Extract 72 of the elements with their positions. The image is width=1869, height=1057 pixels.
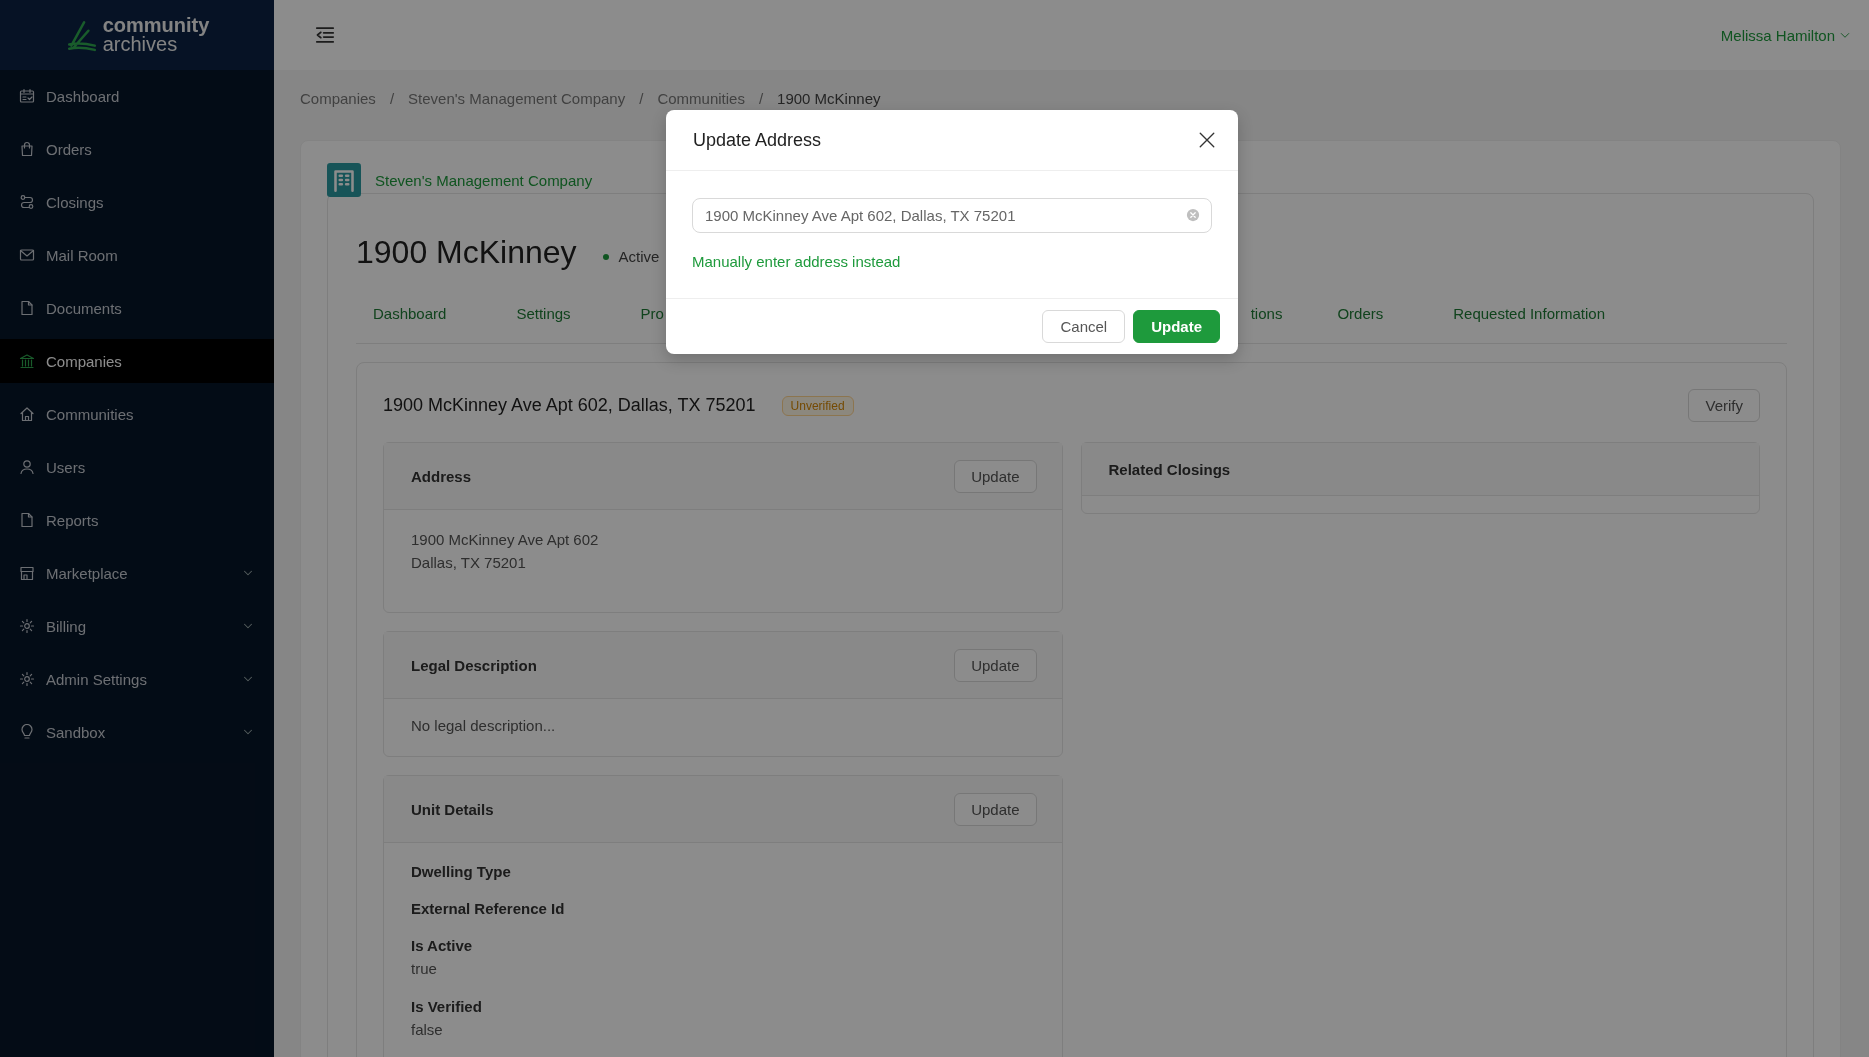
sidebar-item[interactable]: Reports xyxy=(0,498,274,542)
sidebar-item[interactable]: Sandbox xyxy=(0,710,274,754)
building-icon xyxy=(327,163,361,197)
sidebar-item[interactable]: Mail Room xyxy=(0,233,274,277)
modal-title: Update Address xyxy=(693,129,822,151)
tab[interactable]: Orders xyxy=(1337,305,1384,336)
sidebar-item[interactable]: Billing xyxy=(0,604,274,648)
tab[interactable]: Requested Information xyxy=(1453,305,1605,336)
document-icon xyxy=(19,512,35,528)
panel-title: Unit Details xyxy=(411,800,494,818)
field-label: Is Active xyxy=(411,936,474,956)
breadcrumb-link[interactable]: Companies xyxy=(300,90,376,108)
cancel-button[interactable]: Cancel xyxy=(1042,310,1126,343)
shop-icon xyxy=(19,565,35,581)
bank-icon xyxy=(19,353,35,369)
field-label: External Reference Id xyxy=(411,899,566,919)
tab[interactable]: tions xyxy=(1250,305,1283,336)
manual-address-link[interactable]: Manually enter address instead xyxy=(692,253,1212,270)
menu-icon xyxy=(314,24,336,46)
breadcrumb-link[interactable]: Steven's Management Company xyxy=(408,90,626,108)
sidebar-item[interactable]: Dashboard xyxy=(0,74,274,118)
breadcrumb-link[interactable]: Communities xyxy=(657,90,745,108)
user-menu[interactable]: Melissa Hamilton xyxy=(1720,26,1851,44)
menu-button[interactable] xyxy=(314,24,336,46)
sidebar-item[interactable]: Communities xyxy=(0,392,274,436)
sidebar-item[interactable]: Users xyxy=(0,445,274,489)
document-icon xyxy=(19,300,35,316)
lightbulb-icon xyxy=(19,724,35,740)
address-input[interactable]: 1900 McKinney Ave Apt 602, Dallas, TX 75201 xyxy=(692,198,1212,233)
breadcrumb-separator: / xyxy=(389,90,395,108)
logo-text: community xyxy=(102,16,210,35)
clear-icon xyxy=(1186,208,1200,222)
panel-title: Address xyxy=(411,467,472,485)
tab[interactable]: Dashboard xyxy=(373,305,447,336)
update-button[interactable]: Update xyxy=(1133,310,1220,343)
sidebar-item[interactable]: Closings xyxy=(0,180,274,224)
sidebar-item[interactable]: Documents xyxy=(0,286,274,330)
address-text: 1900 McKinney Ave Apt 602 Dallas, TX 75201 xyxy=(411,530,600,573)
panel-title: Legal Description xyxy=(411,656,537,674)
calendar-icon xyxy=(19,88,35,104)
logo-text: archives xyxy=(102,35,178,54)
status-label: Active xyxy=(618,248,660,265)
route-icon xyxy=(19,194,35,210)
unit-address: 1900 McKinney Ave Apt 602, Dallas, TX 75201 xyxy=(383,395,756,416)
sidebar-item[interactable]: Companies xyxy=(0,339,274,383)
update-button[interactable]: Update xyxy=(954,792,1037,826)
sidebar-item[interactable]: Orders xyxy=(0,127,274,171)
panel-title: Related Closings xyxy=(1108,460,1231,478)
tab[interactable]: Pro xyxy=(640,305,664,336)
tab[interactable]: Settings xyxy=(516,305,571,336)
description-text: No legal description... xyxy=(411,717,557,734)
close-icon xyxy=(1198,131,1216,149)
sidebar-item[interactable]: Marketplace xyxy=(0,551,274,595)
update-button[interactable]: Update xyxy=(954,459,1037,493)
update-button[interactable]: Update xyxy=(954,648,1037,682)
mail-icon xyxy=(19,247,35,263)
community-title: 1900 McKinney xyxy=(356,234,577,271)
close-button[interactable] xyxy=(1198,131,1216,149)
field-label: Dwelling Type xyxy=(411,862,512,882)
bag-icon xyxy=(19,141,35,157)
field-label: Is Verified xyxy=(411,997,483,1017)
company-link[interactable]: Steven's Management Company xyxy=(375,171,593,189)
user-icon xyxy=(19,459,35,475)
breadcrumb-separator: / xyxy=(639,90,644,108)
house-icon xyxy=(19,406,35,422)
breadcrumb-separator: / xyxy=(758,90,764,108)
status-badge: Unverified xyxy=(781,395,854,416)
field-value: false xyxy=(411,1020,444,1040)
field-value: true xyxy=(411,959,438,979)
verify-button[interactable]: Verify xyxy=(1688,389,1760,422)
breadcrumb-link[interactable]: 1900 McKinney xyxy=(777,90,881,108)
sidebar-item[interactable]: Admin Settings xyxy=(0,657,274,701)
